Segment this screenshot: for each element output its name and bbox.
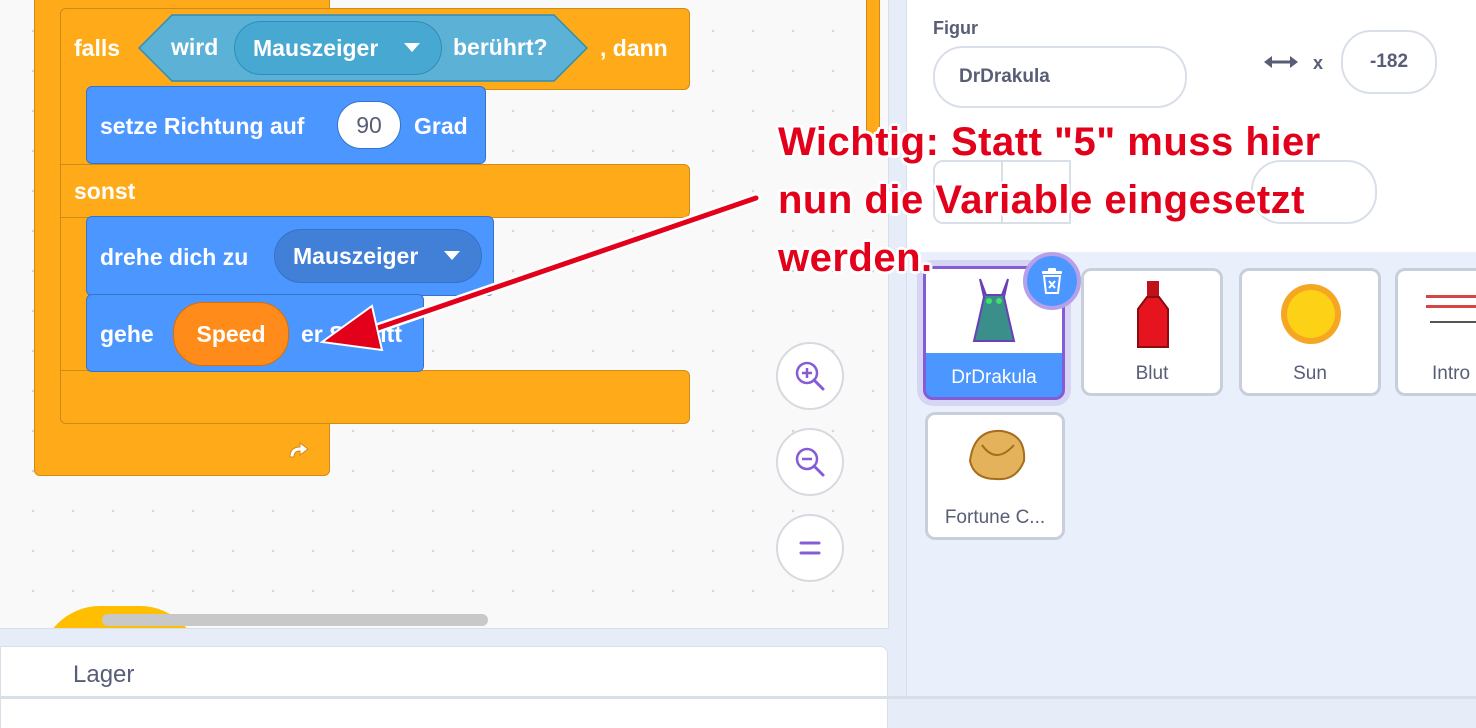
annotation-line: nun die Variable eingesetzt: [778, 178, 1305, 222]
x-label: x: [1313, 53, 1324, 73]
code-workspace[interactable]: falls wird Mauszeiger berührt? , dann se…: [0, 0, 889, 629]
chevron-down-icon: [404, 43, 420, 52]
bottom-divider: [0, 696, 1476, 699]
intro-thumbnail-line: [1430, 321, 1476, 323]
zoom-out-icon: [795, 447, 825, 477]
then-label: , dann: [600, 35, 668, 61]
point-towards-label: drehe dich zu: [100, 244, 249, 270]
sprite-name-input[interactable]: DrDrakula: [933, 46, 1187, 108]
fortune-cookie-thumbnail-icon: [968, 429, 1026, 481]
sprite-name: Blut: [1135, 363, 1169, 384]
intro-thumbnail-line: [1426, 305, 1476, 308]
sprite-card-intro[interactable]: Intro: [1395, 268, 1476, 396]
horizontal-arrows-icon: [1264, 56, 1298, 68]
point-towards-value: Mauszeiger: [293, 243, 419, 269]
sprite-name-value: DrDrakula: [959, 66, 1050, 87]
point-towards-block[interactable]: drehe dich zu Mauszeiger: [86, 216, 494, 296]
zoom-out-button[interactable]: [776, 428, 844, 496]
chevron-down-icon: [444, 251, 460, 260]
sprite-card-fortune-cookie[interactable]: Fortune C...: [925, 412, 1065, 540]
direction-input[interactable]: 90: [337, 101, 401, 149]
annotation-line: werden.: [778, 236, 933, 280]
sprite-card-blut[interactable]: Blut: [1081, 268, 1223, 396]
set-direction-block[interactable]: setze Richtung auf 90 Grad: [86, 86, 486, 164]
speed-variable-reporter[interactable]: Speed: [173, 302, 289, 366]
zoom-in-icon: [795, 361, 825, 391]
equals-icon: [799, 541, 821, 555]
move-suffix: er Schritt: [301, 321, 402, 347]
sun-thumbnail-icon: [1281, 284, 1341, 344]
if-else-bottom: [60, 370, 690, 424]
x-position-value: -182: [1369, 51, 1409, 72]
if-label: falls: [74, 35, 121, 61]
touching-block[interactable]: wird Mauszeiger berührt?: [138, 14, 588, 82]
sprite-name: Sun: [1293, 363, 1327, 384]
sprite-name: Intro: [1432, 363, 1471, 384]
else-section: [60, 164, 690, 218]
horizontal-scrollbar[interactable]: [102, 614, 488, 626]
speed-variable-label: Speed: [196, 320, 266, 347]
else-label: sonst: [74, 178, 136, 204]
move-steps-block[interactable]: gehe Speed er Schritt: [86, 294, 424, 372]
sprite-card-sun[interactable]: Sun: [1239, 268, 1381, 396]
sprite-list: DrDrakula Blut Sun Intro Fortune C...: [906, 252, 1476, 696]
direction-value: 90: [356, 111, 382, 138]
touching-target-dropdown[interactable]: Mauszeiger: [234, 21, 442, 75]
touching-suffix: berührt?: [453, 34, 548, 60]
sprite-name: DrDrakula: [951, 367, 1037, 388]
set-direction-label: setze Richtung auf: [100, 113, 305, 139]
point-towards-dropdown[interactable]: Mauszeiger: [274, 229, 482, 283]
intro-thumbnail-line: [1426, 295, 1476, 298]
annotation-text: Wichtig: Statt "5" muss hier nun die Var…: [778, 113, 1321, 287]
backpack-label: Lager: [73, 661, 135, 688]
touching-label: wird: [171, 34, 219, 60]
loop-arrow-icon: [282, 435, 314, 472]
zoom-reset-button[interactable]: [776, 514, 844, 582]
backpack-panel[interactable]: Lager: [0, 646, 888, 728]
sprite-name: Fortune C...: [944, 507, 1046, 528]
zoom-in-button[interactable]: [776, 342, 844, 410]
move-label: gehe: [100, 321, 154, 347]
touching-target-value: Mauszeiger: [253, 35, 379, 61]
blood-bottle-thumbnail-icon: [1137, 281, 1169, 348]
x-position-input[interactable]: -182: [1341, 30, 1437, 94]
annotation-line: Wichtig: Statt "5" muss hier: [778, 120, 1321, 164]
degree-label: Grad: [414, 113, 468, 139]
sprite-label: Figur: [933, 18, 978, 38]
